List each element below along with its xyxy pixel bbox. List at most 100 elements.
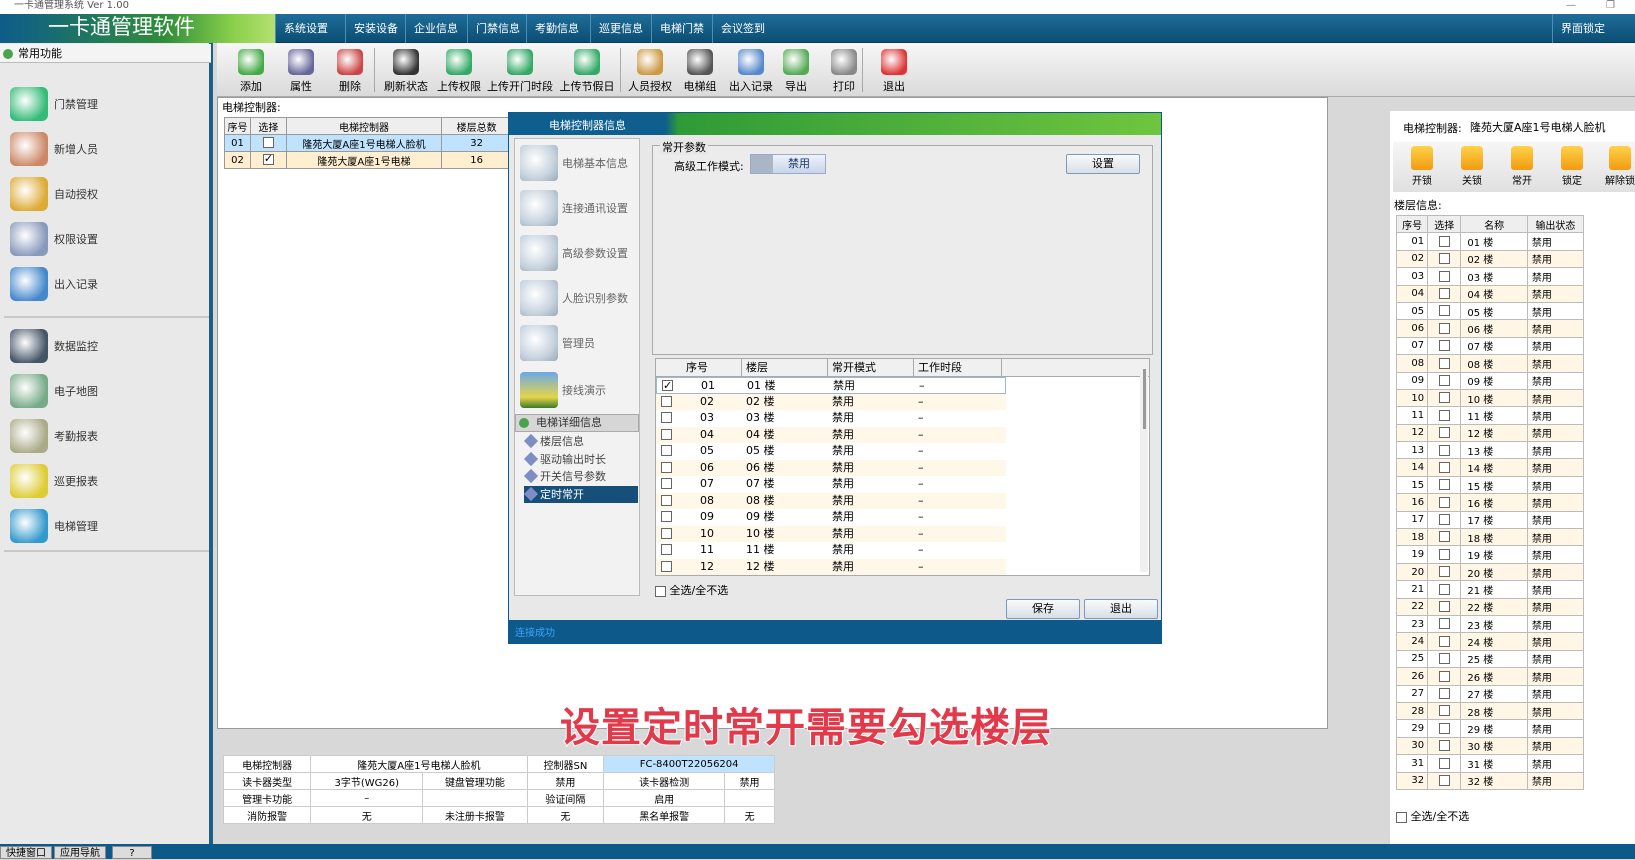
- floor-select[interactable]: [1427, 771, 1462, 790]
- grid-column-header[interactable]: 序号: [656, 359, 742, 377]
- menu-item-3[interactable]: 门禁信息: [467, 14, 528, 43]
- floor-row[interactable]: 25 25 楼禁用: [1395, 649, 1585, 669]
- floor-checkbox[interactable]: [1438, 705, 1450, 717]
- floor-row[interactable]: 09 09 楼禁用: [1395, 371, 1585, 390]
- nav-item-0[interactable]: 门禁管理: [10, 85, 200, 123]
- nav-item-3[interactable]: 权限设置: [10, 220, 200, 258]
- dialog-nav-item-3[interactable]: 人脸识别参数: [520, 278, 638, 318]
- tree-item-0[interactable]: 楼层信息: [524, 433, 638, 450]
- floor-checkbox[interactable]: [1438, 583, 1450, 595]
- menu-lock-ui[interactable]: 界面锁定: [1552, 14, 1613, 43]
- grid-column-header[interactable]: 楼层: [742, 359, 828, 377]
- floor-row[interactable]: 26 26 楼禁用: [1395, 667, 1585, 686]
- select-all-checkbox[interactable]: [1396, 811, 1407, 823]
- row-select[interactable]: [249, 134, 287, 152]
- grid-row-checkbox[interactable]: [662, 378, 673, 395]
- floor-checkbox[interactable]: [1438, 774, 1450, 786]
- floor-select[interactable]: [1427, 649, 1462, 669]
- column-header[interactable]: 楼层总数: [441, 117, 512, 135]
- nav-item-7[interactable]: 考勤报表: [10, 417, 200, 455]
- right-select-all[interactable]: 全选/全不选: [1396, 808, 1469, 824]
- tab-quick-window[interactable]: 快捷窗口: [0, 846, 52, 859]
- floor-select[interactable]: [1427, 545, 1462, 564]
- floor-select[interactable]: [1427, 423, 1462, 443]
- grid-row[interactable]: 09 09 楼 禁用 –: [656, 509, 1006, 526]
- floor-row[interactable]: 29 29 楼禁用: [1395, 719, 1585, 738]
- toolbar-button-8[interactable]: 电梯组: [680, 46, 720, 96]
- toolbar-button-2[interactable]: 删除: [334, 46, 366, 96]
- grid-scrollbar[interactable]: [1140, 367, 1148, 572]
- floor-select[interactable]: [1427, 458, 1462, 477]
- floor-checkbox[interactable]: [1438, 670, 1450, 682]
- exit-button[interactable]: 退出: [1084, 599, 1158, 619]
- table-row[interactable]: 02 隆苑大厦A座1号电梯16: [224, 151, 512, 169]
- floor-checkbox[interactable]: [1438, 409, 1450, 421]
- floor-checkbox[interactable]: [1438, 548, 1450, 560]
- floor-row[interactable]: 17 17 楼禁用: [1395, 510, 1585, 530]
- floor-checkbox[interactable]: [1438, 461, 1450, 473]
- column-header[interactable]: 序号: [1395, 214, 1429, 234]
- left-panel-header[interactable]: 常用功能: [0, 44, 211, 63]
- floor-row[interactable]: 12 12 楼禁用: [1395, 423, 1585, 443]
- toolbar-button-5[interactable]: 上传开门时段: [486, 46, 554, 96]
- floor-row[interactable]: 13 13 楼禁用: [1395, 441, 1585, 460]
- floor-checkbox[interactable]: [1438, 235, 1450, 247]
- floor-row[interactable]: 18 18 楼禁用: [1395, 528, 1585, 547]
- floor-checkbox[interactable]: [1438, 531, 1450, 543]
- column-header[interactable]: 选择: [249, 117, 287, 135]
- floor-select[interactable]: [1427, 336, 1462, 356]
- floor-select[interactable]: [1427, 701, 1462, 721]
- floor-select[interactable]: [1427, 301, 1462, 321]
- grid-column-header[interactable]: 工作时段: [914, 359, 1002, 377]
- column-header[interactable]: 选择: [1427, 214, 1462, 234]
- floor-select[interactable]: [1427, 249, 1462, 269]
- floor-select[interactable]: [1427, 284, 1462, 303]
- floor-select[interactable]: [1427, 614, 1462, 634]
- help-icon[interactable]: ?: [112, 846, 152, 859]
- floor-checkbox[interactable]: [1438, 653, 1450, 665]
- grid-row[interactable]: 11 11 楼 禁用 –: [656, 542, 1006, 559]
- row-checkbox[interactable]: [262, 137, 274, 149]
- floor-row[interactable]: 20 20 楼禁用: [1395, 562, 1585, 582]
- floor-select[interactable]: [1427, 736, 1462, 756]
- column-header[interactable]: 电梯控制器: [285, 117, 443, 135]
- nav-item-2[interactable]: 自动授权: [10, 175, 200, 213]
- row-select[interactable]: [249, 151, 287, 169]
- floor-checkbox[interactable]: [1438, 288, 1450, 299]
- menu-item-7[interactable]: 会议签到: [712, 14, 773, 43]
- lock-button-1[interactable]: 关锁: [1452, 146, 1492, 187]
- grid-row[interactable]: 01 01 楼 禁用 –: [656, 377, 1006, 395]
- floor-checkbox[interactable]: [1438, 601, 1450, 613]
- dialog-nav-item-4[interactable]: 管理员: [520, 323, 638, 363]
- menu-item-1[interactable]: 安装设备: [345, 14, 406, 43]
- toolbar-button-6[interactable]: 上传节假日: [558, 46, 616, 96]
- floor-checkbox[interactable]: [1438, 444, 1450, 456]
- grid-row-checkbox[interactable]: [661, 461, 672, 473]
- floor-select[interactable]: [1427, 319, 1462, 338]
- nav-item-5[interactable]: 数据监控: [10, 327, 200, 365]
- floor-row[interactable]: 31 31 楼禁用: [1395, 754, 1585, 773]
- mode-toggle[interactable]: 禁用: [750, 154, 826, 174]
- floor-checkbox[interactable]: [1438, 340, 1450, 352]
- floor-row[interactable]: 02 02 楼禁用: [1395, 249, 1585, 269]
- floor-row[interactable]: 14 14 楼禁用: [1395, 458, 1585, 477]
- grid-row-checkbox[interactable]: [661, 511, 672, 522]
- menu-item-2[interactable]: 企业信息: [405, 14, 466, 43]
- floor-select[interactable]: [1427, 667, 1462, 686]
- floor-row[interactable]: 06 06 楼禁用: [1395, 319, 1585, 338]
- floor-select[interactable]: [1427, 510, 1462, 530]
- restore-icon[interactable]: ❐: [1606, 0, 1615, 12]
- select-all-checkbox[interactable]: [655, 585, 666, 597]
- toolbar-button-7[interactable]: 人员授权: [626, 46, 674, 96]
- floor-row[interactable]: 15 15 楼禁用: [1395, 475, 1585, 495]
- lock-button-3[interactable]: 锁定: [1552, 146, 1592, 187]
- floor-row[interactable]: 19 19 楼禁用: [1395, 545, 1585, 564]
- toolbar-button-12[interactable]: 退出: [878, 46, 910, 96]
- floor-checkbox[interactable]: [1438, 722, 1450, 734]
- floor-select[interactable]: [1427, 528, 1462, 547]
- floor-select[interactable]: [1427, 719, 1462, 738]
- floor-row[interactable]: 32 32 楼禁用: [1395, 771, 1585, 790]
- grid-row-checkbox[interactable]: [661, 478, 672, 489]
- floor-select[interactable]: [1427, 493, 1462, 512]
- floor-row[interactable]: 10 10 楼禁用: [1395, 388, 1585, 408]
